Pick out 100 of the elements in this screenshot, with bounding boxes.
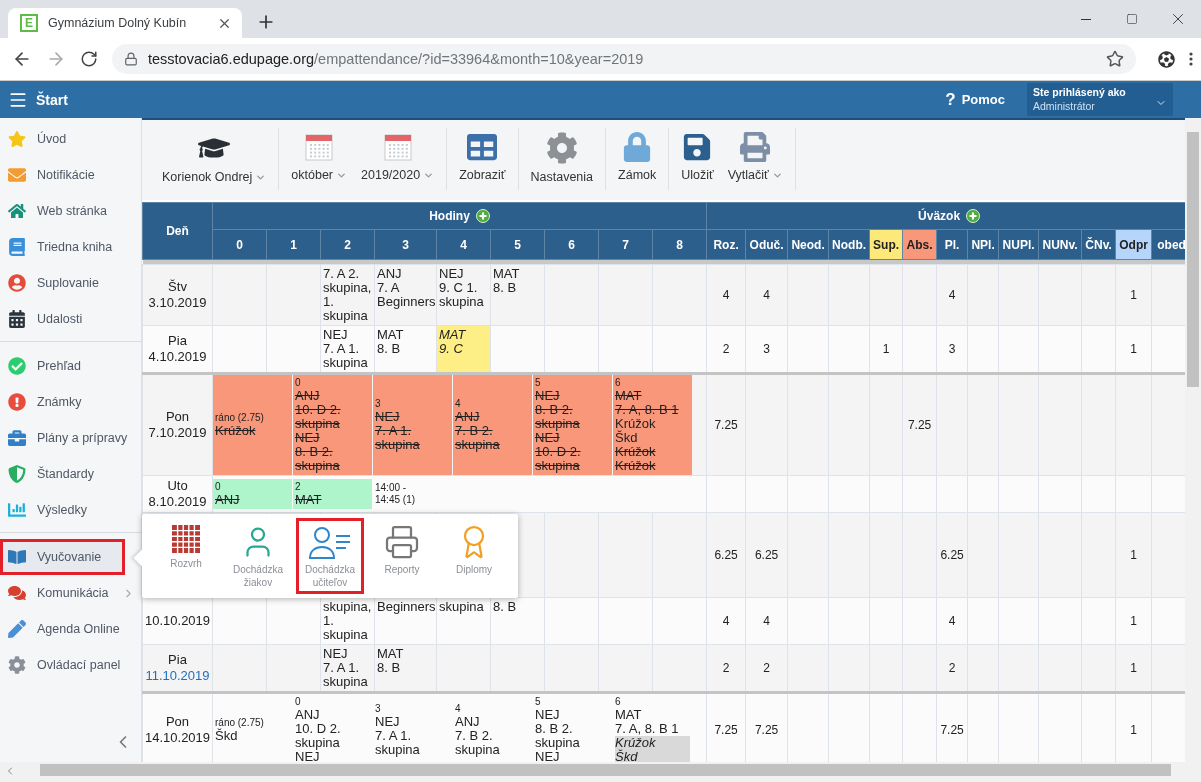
sidebar-item[interactable]: Agenda Online bbox=[0, 611, 141, 647]
date-label: 10.10.2019 bbox=[145, 613, 210, 629]
lesson-text: skupina bbox=[295, 459, 341, 473]
period-label: 6 bbox=[615, 377, 622, 389]
column-header: 6 bbox=[544, 229, 599, 260]
total-cell: 6.25 bbox=[706, 512, 746, 598]
lesson-text: skupina bbox=[455, 438, 501, 452]
period-label: 5 bbox=[535, 696, 542, 708]
sidebar-item[interactable]: Plány a prípravy bbox=[0, 420, 141, 456]
toolbar-button[interactable]: Zámok bbox=[614, 128, 661, 190]
scrollbar-thumb[interactable] bbox=[40, 764, 1171, 776]
period-label: 14:00 - bbox=[375, 482, 408, 494]
sidebar-item[interactable]: Ovládací panel bbox=[0, 647, 141, 683]
browser-tab[interactable]: E Gymnázium Dolný Kubín bbox=[8, 8, 242, 38]
shield-icon bbox=[8, 465, 26, 483]
column-header: 8 bbox=[652, 229, 707, 260]
lesson-text: skupina bbox=[535, 459, 581, 473]
column-header: 5 bbox=[490, 229, 545, 260]
house-icon bbox=[8, 202, 26, 220]
column-header: 1 bbox=[266, 229, 321, 260]
lesson-text: skupina bbox=[295, 736, 341, 750]
weekday-label: Štv bbox=[167, 279, 188, 295]
sidebar-item[interactable]: Web stránka bbox=[0, 193, 141, 229]
date-label: 11.10.2019 bbox=[145, 668, 210, 684]
lesson-text: skupina bbox=[455, 743, 501, 757]
url-text: tesstovacia6.edupage.org/empattendance/?id=33964&month=10&year=2019 bbox=[148, 51, 644, 67]
column-header: Deň bbox=[142, 202, 213, 260]
lesson-text: NEJ bbox=[295, 431, 320, 445]
lock-icon bbox=[124, 52, 138, 66]
toolbar-button[interactable]: október bbox=[287, 128, 352, 190]
weekday-label: Uto bbox=[166, 478, 189, 494]
toolbar-button[interactable]: Vytlačiť bbox=[723, 128, 787, 190]
lesson-text: 8. B bbox=[493, 281, 518, 295]
address-bar[interactable]: tesstovacia6.edupage.org/empattendance/?id=33964&month=10&year=2019 bbox=[112, 44, 1136, 74]
lesson-text: 9. C bbox=[439, 342, 464, 356]
sidebar-item[interactable]: Vyučovanie bbox=[0, 539, 125, 575]
lesson-text: 9. C 1. bbox=[439, 281, 479, 295]
user-name: Administrátor bbox=[1033, 100, 1095, 112]
sidebar-item[interactable]: Suplovanie bbox=[0, 265, 141, 301]
period-label: 4 bbox=[455, 703, 462, 715]
period-label: ráno (2.75) bbox=[215, 412, 265, 424]
total-cell: 6.25 bbox=[745, 512, 788, 598]
toolbar-button[interactable]: Uložiť bbox=[677, 128, 718, 190]
menu-button[interactable] bbox=[1189, 52, 1193, 66]
user-menu[interactable]: Ste prihlásený ako Administrátor bbox=[1027, 83, 1173, 116]
lesson-text: 1. bbox=[323, 295, 334, 309]
lesson-text: 10. D 2. bbox=[295, 403, 342, 417]
lesson-text: skupina bbox=[375, 438, 421, 452]
date-label: 3.10.2019 bbox=[147, 295, 208, 311]
printer-icon bbox=[384, 524, 420, 560]
column-header: 2 bbox=[320, 229, 375, 260]
help-button[interactable]: ? Pomoc bbox=[945, 89, 1005, 110]
sidebar-item[interactable]: Výsledky bbox=[0, 492, 141, 528]
person-icon bbox=[8, 274, 26, 292]
user-caption: Ste prihlásený ako bbox=[1033, 86, 1127, 98]
sidebar-item[interactable]: Komunikácia bbox=[0, 575, 141, 611]
toolbar-button[interactable]: Zobraziť bbox=[455, 128, 510, 190]
lesson-text: NEJ bbox=[535, 708, 561, 722]
star-icon bbox=[8, 130, 26, 148]
lesson-text: skupina bbox=[439, 600, 485, 614]
period-label: 2 bbox=[295, 481, 302, 493]
total-cell: 4 bbox=[745, 264, 788, 326]
reload-button[interactable] bbox=[80, 50, 98, 68]
lesson-text: skupina bbox=[375, 743, 421, 757]
star-icon[interactable] bbox=[1106, 50, 1124, 68]
lesson-text: NEJ bbox=[295, 750, 320, 762]
lesson-text: 7. A 2. bbox=[323, 267, 361, 281]
lesson-text: NEJ bbox=[323, 328, 349, 342]
date-label: 14.10.2019 bbox=[145, 730, 210, 746]
menu-item[interactable]: Dochádzka učiteľov bbox=[296, 518, 364, 594]
sidebar-item[interactable]: Udalosti bbox=[0, 301, 141, 337]
lesson-text: ANJ bbox=[295, 708, 321, 722]
tab-title: Gymnázium Dolný Kubín bbox=[48, 16, 188, 30]
briefcase-icon bbox=[8, 429, 26, 447]
scrollbar-thumb[interactable] bbox=[1187, 132, 1199, 387]
lesson-text: 8. B 2. bbox=[535, 403, 574, 417]
period-label: 3 bbox=[375, 703, 382, 715]
lesson-text: Krúžok bbox=[615, 459, 657, 473]
reload-icon bbox=[80, 50, 98, 68]
sidebar-item[interactable]: Prehľad bbox=[0, 348, 141, 384]
sidebar-item[interactable]: Štandardy bbox=[0, 456, 141, 492]
lesson-text: NEJ bbox=[375, 410, 401, 424]
sidebar-item[interactable]: Známky bbox=[0, 384, 141, 420]
sidebar-item[interactable]: Notifikácie bbox=[0, 157, 141, 193]
header-title: Štart bbox=[36, 91, 68, 108]
lesson-text: 1. bbox=[323, 614, 334, 628]
period-label: ráno (2.75) bbox=[215, 717, 265, 728]
sidebar-item[interactable]: Úvod bbox=[0, 121, 141, 157]
sidebar-item[interactable]: Triedna kniha bbox=[0, 229, 141, 265]
toolbar-button[interactable]: 2019/2020 bbox=[357, 128, 439, 190]
period-label: 6 bbox=[615, 696, 622, 708]
column-header: 4 bbox=[436, 229, 491, 260]
lesson-text: MAT bbox=[615, 708, 643, 722]
toolbar-button[interactable]: Korienok Ondrej bbox=[158, 128, 271, 190]
toolbar-button[interactable]: Nastavenia bbox=[526, 128, 598, 190]
lesson-text: ANJ bbox=[455, 715, 481, 729]
lesson-text: 8. B bbox=[377, 661, 402, 675]
lesson-text: skupina bbox=[295, 417, 341, 431]
lesson-text: Beginners bbox=[377, 295, 436, 309]
lesson-text: 10. D 2. bbox=[295, 722, 342, 736]
